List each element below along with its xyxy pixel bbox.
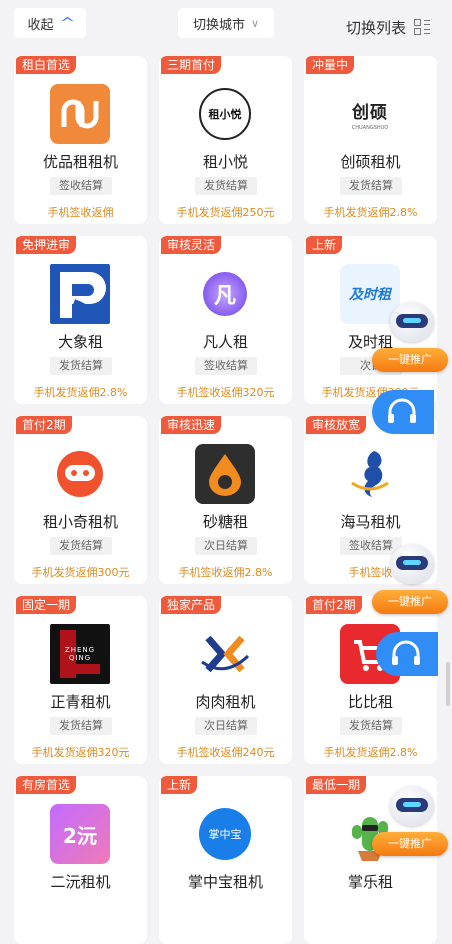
card-tag: 审核灵活 (161, 236, 222, 254)
promo-button[interactable]: 一键推广 (372, 590, 448, 614)
collapse-button[interactable]: 收起 ^ (14, 8, 86, 38)
partner-card[interactable]: 固定一期 ZHENG QING 正青租机 发货结算 手机发货返佣320元 (14, 596, 147, 764)
card-name: 创硕租机 (340, 153, 401, 171)
rebate-text: 手机发货返佣250元 (176, 206, 275, 219)
card-name: 二沅租机 (50, 873, 111, 891)
rourou-logo (195, 624, 255, 684)
card-name: 掌中宝租机 (187, 873, 263, 891)
headset-icon (392, 640, 420, 665)
partner-card[interactable]: 免押进审 大象租 发货结算 手机发货返佣2.8% (14, 236, 147, 404)
settle-badge: 签收结算 (195, 357, 257, 375)
rebate-text: 手机发货返佣2.8% (33, 386, 128, 399)
customer-service-button[interactable] (372, 390, 434, 434)
card-name: 掌乐租 (347, 873, 393, 891)
promo-robot[interactable]: 一键推广 (372, 782, 452, 862)
settle-badge: 发货结算 (195, 177, 257, 195)
seahorse-logo (340, 444, 400, 504)
card-tag: 三期首付 (161, 56, 222, 74)
settle-badge: 发货结算 (50, 537, 112, 555)
partner-card[interactable]: 独家产品 肉肉租机 次日结算 手机签收返佣240元 (159, 596, 292, 764)
chevron-up-icon: ^ (59, 15, 75, 31)
rebate-text: 手机签收返佣240元 (176, 746, 275, 759)
promo-button[interactable]: 一键推广 (372, 832, 448, 856)
collapse-label: 收起 (27, 17, 54, 33)
partner-card[interactable]: 冲量中 创硕 CHUANGSHUO 创硕租机 发货结算 手机发货返佣2.8% (304, 56, 437, 224)
partner-card[interactable]: 有房首选 2沅 二沅租机 (14, 776, 147, 944)
rebate-text: 手机签收返佣 (47, 206, 114, 219)
card-name: 优品租租机 (42, 153, 118, 171)
switch-list-button[interactable]: 切换列表 (346, 12, 431, 42)
promo-robot[interactable]: 一键推广 (372, 298, 452, 378)
zhengqing-logo: ZHENG QING (50, 624, 110, 684)
promo-robot[interactable]: 一键推广 (372, 540, 452, 620)
fanren-logo: 凡 (195, 264, 255, 324)
card-name: 砂糖租 (202, 513, 248, 531)
headset-icon (388, 398, 416, 423)
card-name: 凡人租 (202, 333, 248, 351)
settle-badge: 次日结算 (195, 537, 257, 555)
partner-card[interactable]: 租白首选 优品租租机 签收结算 手机签收返佣 (14, 56, 147, 224)
top-bar: 收起 ^ 切换城市 ∨ 切换列表 (0, 0, 452, 48)
settle-badge: 次日结算 (195, 717, 257, 735)
card-tag: 有房首选 (16, 776, 77, 794)
card-tag: 审核迅速 (161, 416, 222, 434)
card-name: 租小奇租机 (42, 513, 118, 531)
promo-button[interactable]: 一键推广 (372, 348, 448, 372)
card-name: 大象租 (57, 333, 103, 351)
settle-badge: 发货结算 (340, 717, 402, 735)
card-name: 正青租机 (50, 693, 111, 711)
list-view-icon (414, 19, 431, 35)
rebate-text: 手机发货返佣300元 (31, 566, 130, 579)
card-tag: 最低一期 (306, 776, 367, 794)
card-name: 肉肉租机 (195, 693, 256, 711)
card-tag: 免押进审 (16, 236, 77, 254)
zuxiaoqi-logo (50, 444, 110, 504)
zuxiaoyue-logo-text: 租小悦 (199, 88, 251, 140)
card-tag: 审核放宽 (306, 416, 367, 434)
rebate-text: 手机发货返佣320元 (31, 746, 130, 759)
card-name: 租小悦 (202, 153, 248, 171)
rebate-text: 手机发货返佣2.8% (323, 746, 418, 759)
card-tag: 冲量中 (306, 56, 355, 74)
shatang-logo (195, 444, 255, 504)
elephant-logo (50, 264, 110, 324)
customer-service-button[interactable] (376, 632, 438, 676)
settle-badge: 签收结算 (50, 177, 112, 195)
card-tag: 租白首选 (16, 56, 77, 74)
card-name: 海马租机 (340, 513, 401, 531)
eryuan-logo: 2沅 (50, 804, 110, 864)
partner-card[interactable]: 上新 掌中宝 掌中宝租机 (159, 776, 292, 944)
rebate-text: 手机发货返佣2.8% (323, 206, 418, 219)
settle-badge: 发货结算 (50, 717, 112, 735)
chevron-down-icon: ∨ (250, 16, 260, 30)
switch-city-label: 切换城市 (192, 17, 245, 33)
settle-badge: 发货结算 (340, 177, 402, 195)
card-tag: 上新 (306, 236, 343, 254)
partner-card[interactable]: 审核灵活 凡 凡人租 签收结算 手机签收返佣320元 (159, 236, 292, 404)
switch-city-dropdown[interactable]: 切换城市 ∨ (178, 8, 274, 38)
partner-card[interactable]: 首付2期 租小奇租机 发货结算 手机发货返佣300元 (14, 416, 147, 584)
scrollbar[interactable] (446, 662, 450, 706)
partner-card[interactable]: 首付2期 比比租 发货结算 手机发货返佣2.8% (304, 596, 437, 764)
card-tag: 独家产品 (161, 596, 222, 614)
rebate-text: 手机签收返佣2.8% (178, 566, 273, 579)
switch-list-label: 切换列表 (346, 18, 407, 37)
zuxiaoyue-logo: 租小悦 (195, 84, 255, 144)
partner-card[interactable]: 三期首付 租小悦 租小悦 发货结算 手机发货返佣250元 (159, 56, 292, 224)
partner-card[interactable]: 审核迅速 砂糖租 次日结算 手机签收返佣2.8% (159, 416, 292, 584)
card-tag: 固定一期 (16, 596, 77, 614)
rebate-text: 手机签收返佣320元 (176, 386, 275, 399)
chuangshuo-logo: 创硕 CHUANGSHUO (340, 84, 400, 144)
card-name: 比比租 (347, 693, 393, 711)
card-tag: 首付2期 (306, 596, 362, 614)
card-tag: 上新 (161, 776, 198, 794)
settle-badge: 发货结算 (50, 357, 112, 375)
card-tag: 首付2期 (16, 416, 72, 434)
zhangzhongbao-logo: 掌中宝 (195, 804, 255, 864)
youpin-logo (50, 84, 110, 144)
